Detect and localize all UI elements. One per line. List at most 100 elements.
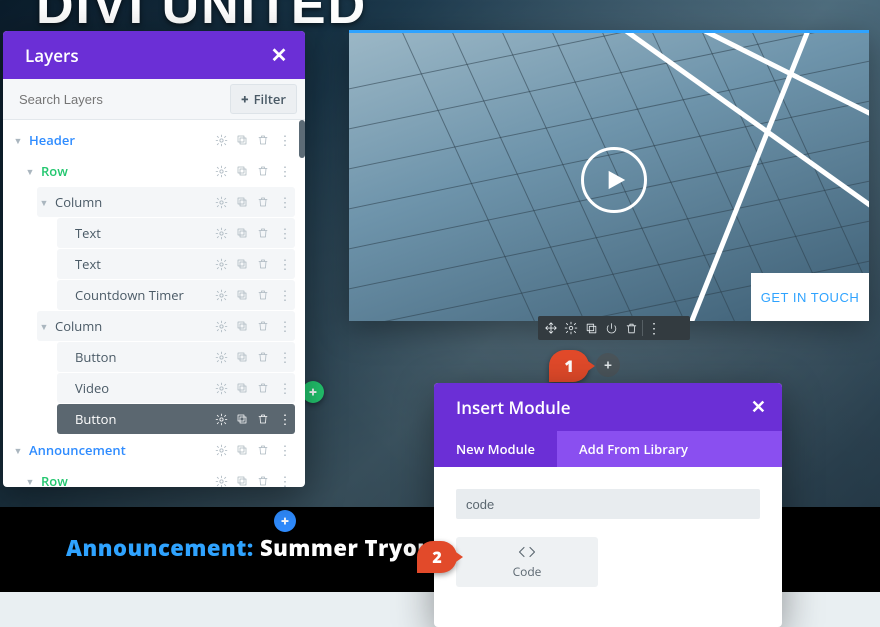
- layer-row-module[interactable]: ▼ Text ⋮: [57, 249, 295, 279]
- layer-row-column[interactable]: ▼ Column ⋮: [37, 187, 295, 217]
- layer-row-module-selected[interactable]: ▼ Button ⋮: [57, 404, 295, 434]
- gear-icon[interactable]: [212, 286, 230, 304]
- layers-panel: Layers ✕ + Filter ▼ Header ⋮: [3, 31, 305, 487]
- trash-icon[interactable]: [254, 286, 272, 304]
- layer-row-module[interactable]: ▼ Button ⋮: [57, 342, 295, 372]
- trash-icon[interactable]: [254, 131, 272, 149]
- layer-row-actions: ⋮: [212, 131, 293, 149]
- duplicate-icon[interactable]: [233, 193, 251, 211]
- plus-icon: +: [241, 90, 249, 108]
- layer-row-actions: ⋮: [212, 441, 293, 459]
- insert-module-panel: Insert Module ✕ New Module Add From Libr…: [434, 383, 782, 627]
- power-icon[interactable]: [602, 319, 620, 337]
- tab-new-module[interactable]: New Module: [434, 431, 557, 467]
- duplicate-icon[interactable]: [233, 379, 251, 397]
- more-icon[interactable]: ⋮: [275, 162, 293, 180]
- layer-row-row[interactable]: ▼ Row ⋮: [23, 466, 295, 487]
- duplicate-icon[interactable]: [233, 441, 251, 459]
- chevron-down-icon[interactable]: ▼: [23, 475, 37, 488]
- trash-icon[interactable]: [622, 319, 640, 337]
- add-row-button[interactable]: +: [302, 381, 324, 403]
- trash-icon[interactable]: [254, 255, 272, 273]
- module-option-code[interactable]: Code: [456, 537, 598, 587]
- layer-row-actions: ⋮: [212, 348, 293, 366]
- add-section-button[interactable]: +: [274, 510, 296, 532]
- layer-row-actions: ⋮: [212, 193, 293, 211]
- module-option-label: Code: [513, 563, 542, 580]
- trash-icon[interactable]: [254, 317, 272, 335]
- layer-row-row[interactable]: ▼ Row ⋮: [23, 156, 295, 186]
- trash-icon[interactable]: [254, 472, 272, 487]
- duplicate-icon[interactable]: [233, 131, 251, 149]
- layers-search-input[interactable]: [17, 91, 222, 108]
- trash-icon[interactable]: [254, 224, 272, 242]
- gear-icon[interactable]: [212, 379, 230, 397]
- duplicate-icon[interactable]: [233, 286, 251, 304]
- more-icon[interactable]: ⋮: [275, 131, 293, 149]
- more-icon[interactable]: ⋮: [275, 472, 293, 487]
- gear-icon[interactable]: [212, 441, 230, 459]
- gear-icon[interactable]: [212, 193, 230, 211]
- tab-add-from-library[interactable]: Add From Library: [557, 431, 710, 467]
- chevron-down-icon[interactable]: ▼: [11, 134, 25, 147]
- layers-tree: ▼ Header ⋮ ▼ Row ⋮: [3, 120, 305, 487]
- module-search-input[interactable]: [456, 489, 760, 519]
- gear-icon[interactable]: [562, 319, 580, 337]
- trash-icon[interactable]: [254, 348, 272, 366]
- layer-row-column[interactable]: ▼ Column ⋮: [37, 311, 295, 341]
- move-icon[interactable]: [542, 319, 560, 337]
- layers-panel-header: Layers ✕: [3, 31, 305, 79]
- trash-icon[interactable]: [254, 410, 272, 428]
- more-icon[interactable]: ⋮: [275, 193, 293, 211]
- trash-icon[interactable]: [254, 193, 272, 211]
- play-icon[interactable]: [581, 147, 647, 213]
- layer-row-module[interactable]: ▼ Video ⋮: [57, 373, 295, 403]
- layer-row-actions: ⋮: [212, 255, 293, 273]
- more-icon[interactable]: ⋮: [275, 410, 293, 428]
- trash-icon[interactable]: [254, 162, 272, 180]
- layer-row-module[interactable]: ▼ Countdown Timer ⋮: [57, 280, 295, 310]
- trash-icon[interactable]: [254, 441, 272, 459]
- more-icon[interactable]: ⋮: [275, 348, 293, 366]
- more-icon[interactable]: ⋮: [275, 317, 293, 335]
- add-module-button[interactable]: +: [596, 353, 620, 377]
- gear-icon[interactable]: [212, 410, 230, 428]
- layer-row-section[interactable]: ▼ Announcement ⋮: [11, 435, 295, 465]
- gear-icon[interactable]: [212, 348, 230, 366]
- layer-row-section[interactable]: ▼ Header ⋮: [11, 125, 295, 155]
- layer-label: Button: [71, 348, 212, 366]
- gear-icon[interactable]: [212, 255, 230, 273]
- close-icon[interactable]: ✕: [751, 395, 766, 419]
- duplicate-icon[interactable]: [233, 255, 251, 273]
- duplicate-icon[interactable]: [233, 348, 251, 366]
- more-icon[interactable]: ⋮: [275, 224, 293, 242]
- filter-button[interactable]: + Filter: [230, 84, 297, 114]
- more-icon[interactable]: ⋮: [645, 319, 663, 337]
- chevron-down-icon[interactable]: ▼: [37, 196, 51, 209]
- more-icon[interactable]: ⋮: [275, 441, 293, 459]
- gear-icon[interactable]: [212, 317, 230, 335]
- layer-label: Video: [71, 379, 212, 397]
- gear-icon[interactable]: [212, 224, 230, 242]
- duplicate-icon[interactable]: [233, 224, 251, 242]
- gear-icon[interactable]: [212, 131, 230, 149]
- layer-label: Column: [51, 193, 212, 211]
- layer-row-module[interactable]: ▼ Text ⋮: [57, 218, 295, 248]
- trash-icon[interactable]: [254, 379, 272, 397]
- chevron-down-icon[interactable]: ▼: [37, 320, 51, 333]
- chevron-down-icon[interactable]: ▼: [11, 444, 25, 457]
- duplicate-icon[interactable]: [233, 410, 251, 428]
- more-icon[interactable]: ⋮: [275, 255, 293, 273]
- duplicate-icon[interactable]: [233, 472, 251, 487]
- more-icon[interactable]: ⋮: [275, 286, 293, 304]
- more-icon[interactable]: ⋮: [275, 379, 293, 397]
- gear-icon[interactable]: [212, 162, 230, 180]
- close-icon[interactable]: ✕: [269, 45, 289, 65]
- video-module[interactable]: GET IN TOUCH: [349, 30, 869, 321]
- duplicate-icon[interactable]: [233, 162, 251, 180]
- duplicate-icon[interactable]: [233, 317, 251, 335]
- gear-icon[interactable]: [212, 472, 230, 487]
- duplicate-icon[interactable]: [582, 319, 600, 337]
- get-in-touch-button[interactable]: GET IN TOUCH: [751, 273, 869, 321]
- chevron-down-icon[interactable]: ▼: [23, 165, 37, 178]
